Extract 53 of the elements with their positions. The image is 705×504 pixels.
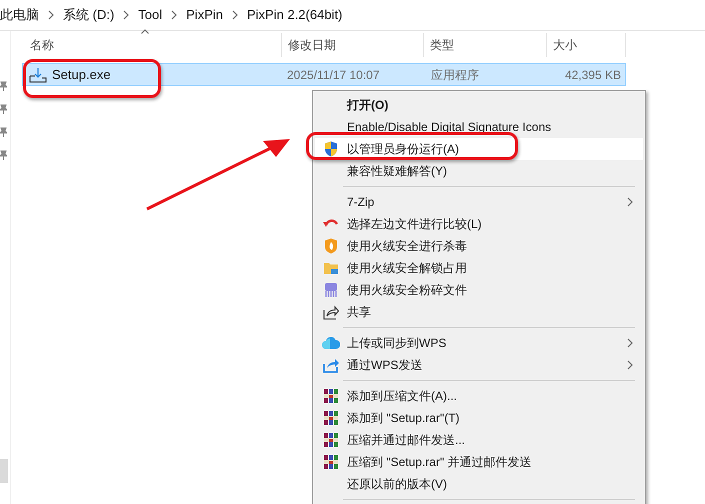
chevron-icon xyxy=(123,10,130,20)
menu-item[interactable]: 添加到压缩文件(A)... xyxy=(315,385,643,407)
menu-item[interactable]: 添加到 "Setup.rar"(T) xyxy=(315,407,643,429)
shield-icon xyxy=(324,141,338,157)
modified-date: 2025/11/17 10:07 xyxy=(286,66,381,84)
file-size: 42,395 KB xyxy=(564,66,622,84)
sort-caret-icon xyxy=(141,29,149,34)
pin-icon[interactable] xyxy=(0,150,7,160)
send-arrow-icon xyxy=(323,357,339,373)
breadcrumb-item[interactable]: 系统 (D:) xyxy=(63,5,114,25)
column-header[interactable]: 类型 xyxy=(424,33,547,57)
shredder-icon xyxy=(323,282,339,298)
column-header[interactable]: 名称 xyxy=(22,33,282,57)
column-header[interactable]: 修改日期 xyxy=(282,33,424,57)
file-name: Setup.exe xyxy=(52,66,111,84)
cloud-icon xyxy=(322,337,340,349)
breadcrumb-item[interactable]: PixPin 2.2(64bit) xyxy=(247,5,342,25)
pin-icon[interactable] xyxy=(0,81,7,91)
chevron-icon xyxy=(171,10,178,20)
folder-icon xyxy=(323,261,339,275)
menu-item[interactable]: 选择左边文件进行比较(L) xyxy=(315,213,643,235)
menu-item[interactable]: 压缩并通过邮件发送... xyxy=(315,429,643,451)
breadcrumb-item[interactable]: PixPin xyxy=(186,5,223,25)
menu-item[interactable]: 通过WPS发送 xyxy=(315,354,643,376)
menu-item[interactable]: Enable/Disable Digital Signature Icons xyxy=(315,116,643,138)
menu-item[interactable]: 上传或同步到WPS xyxy=(315,332,643,354)
archive-books-icon xyxy=(323,432,339,448)
menu-item[interactable]: 使用火绒安全解锁占用 xyxy=(315,257,643,279)
share-icon xyxy=(323,304,339,320)
archive-books-icon xyxy=(323,388,339,404)
menu-item[interactable]: 使用火绒安全粉碎文件 xyxy=(315,279,643,301)
menu-item[interactable]: 共享 xyxy=(315,301,643,323)
installer-icon xyxy=(29,66,47,82)
file-row[interactable]: Setup.exe 2025/11/17 10:07 应用程序 42,395 KB xyxy=(22,63,626,86)
menu-item[interactable]: 7-Zip xyxy=(315,191,643,213)
chevron-icon xyxy=(48,10,54,20)
menu-item[interactable]: 还原以前的版本(V) xyxy=(315,473,643,495)
menu-item[interactable]: 使用火绒安全进行杀毒 xyxy=(315,235,643,257)
menu-item[interactable]: 以管理员身份运行(A) xyxy=(315,138,643,160)
chevron-icon xyxy=(232,10,238,20)
column-header[interactable]: 大小 xyxy=(547,33,626,57)
file-type: 应用程序 xyxy=(430,66,480,84)
menu-item[interactable]: 兼容性疑难解答(Y) xyxy=(315,160,643,182)
flame-shield-icon xyxy=(324,238,338,254)
scrollbar-thumb[interactable] xyxy=(0,459,8,483)
pin-icon[interactable] xyxy=(0,104,7,114)
breadcrumb-item[interactable]: Tool xyxy=(138,5,162,25)
archive-books-icon xyxy=(323,454,339,470)
archive-books-icon xyxy=(323,410,339,426)
pin-icon[interactable] xyxy=(0,127,7,137)
menu-item[interactable]: 打开(O) xyxy=(315,94,643,116)
menu-item[interactable]: 压缩到 "Setup.rar" 并通过邮件发送 xyxy=(315,451,643,473)
breadcrumb-item[interactable]: 此电脑 xyxy=(0,5,39,25)
